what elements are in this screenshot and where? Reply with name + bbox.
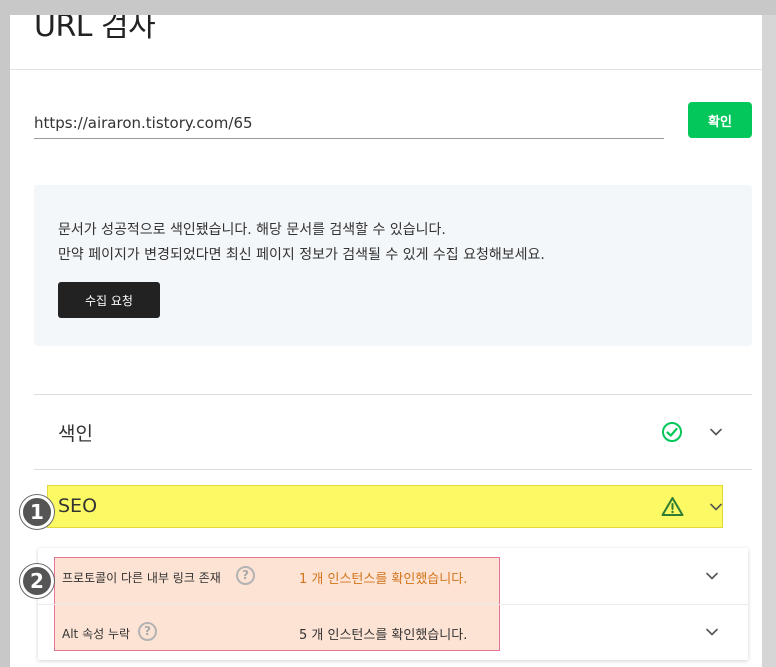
crawl-request-button[interactable]: 수집 요청 — [58, 282, 160, 318]
section-index[interactable]: 색인 — [34, 395, 752, 469]
header-divider — [10, 69, 762, 70]
section-seo-label: SEO — [58, 495, 98, 517]
annotation-marker-2: 2 — [20, 564, 54, 598]
help-icon[interactable]: ? — [138, 622, 157, 641]
warning-triangle-icon — [661, 497, 684, 516]
recrawl-hint-message: 만약 페이지가 변경되었다면 최신 페이지 정보가 검색될 수 있게 수집 요청… — [58, 247, 545, 263]
section-seo[interactable]: SEO — [34, 485, 752, 529]
seo-detail-label: 프로토콜이 다른 내부 링크 존재 — [62, 571, 221, 585]
help-icon[interactable]: ? — [236, 566, 255, 585]
right-scroll-gutter — [762, 15, 776, 667]
page-title: URL 검사 — [34, 15, 156, 44]
chevron-down-icon[interactable] — [705, 569, 719, 583]
detail-row-divider — [38, 604, 748, 605]
seo-detail-label: Alt 속성 누락 — [62, 627, 131, 641]
browser-top-edge — [0, 0, 776, 15]
index-status-box: 문서가 성공적으로 색인됐습니다. 해당 문서를 검색할 수 있습니다. 만약 … — [34, 185, 752, 346]
index-status-message: 문서가 성공적으로 색인됐습니다. 해당 문서를 검색할 수 있습니다. — [58, 222, 446, 238]
annotation-marker-1: 1 — [20, 495, 54, 529]
check-circle-icon — [662, 422, 682, 442]
url-input[interactable] — [34, 107, 664, 139]
chevron-down-icon[interactable] — [709, 425, 723, 439]
url-inspection-page: URL 검사 확인 문서가 성공적으로 색인됐습니다. 해당 문서를 검색할 수… — [10, 15, 762, 667]
section-divider — [34, 469, 752, 470]
seo-detail-result: 1 개 인스턴스를 확인했습니다. — [299, 572, 468, 587]
confirm-button[interactable]: 확인 — [688, 102, 752, 138]
chevron-down-icon[interactable] — [705, 625, 719, 639]
seo-detail-result: 5 개 인스턴스를 확인했습니다. — [299, 628, 468, 643]
section-index-label: 색인 — [58, 423, 93, 445]
chevron-down-icon[interactable] — [709, 500, 723, 514]
